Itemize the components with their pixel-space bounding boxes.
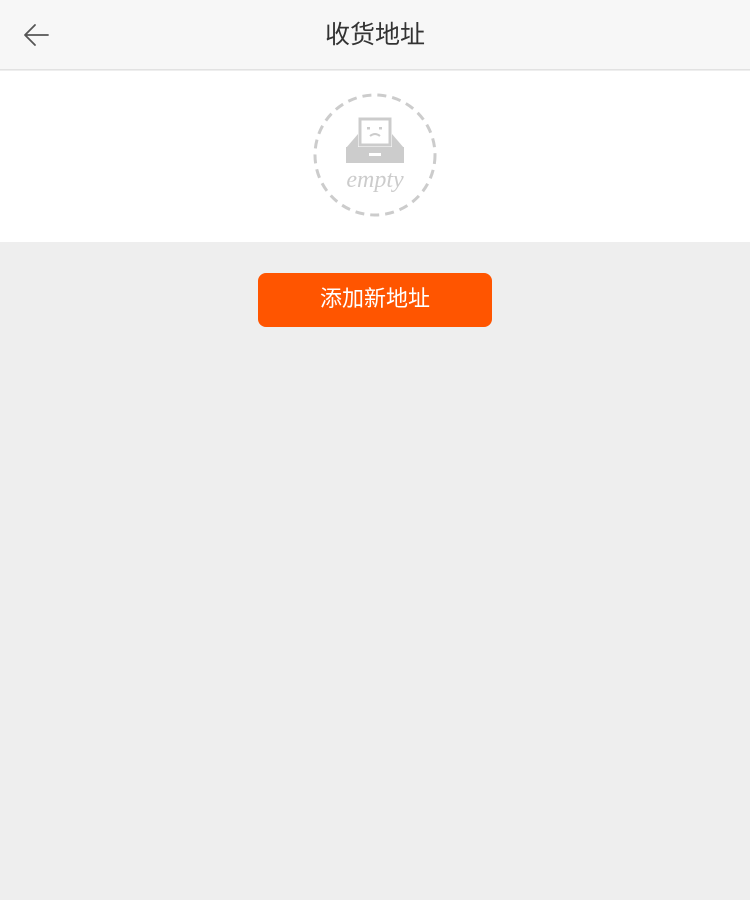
- back-button[interactable]: [14, 15, 58, 55]
- empty-state-panel: empty: [0, 71, 750, 242]
- back-arrow-icon: [24, 24, 49, 46]
- empty-tray-icon: empty: [313, 93, 437, 217]
- add-new-address-button[interactable]: 添加新地址: [258, 273, 492, 327]
- empty-label: empty: [346, 167, 404, 193]
- page-title: 收货地址: [324, 20, 425, 49]
- top-nav-bar: 收货地址: [0, 0, 750, 70]
